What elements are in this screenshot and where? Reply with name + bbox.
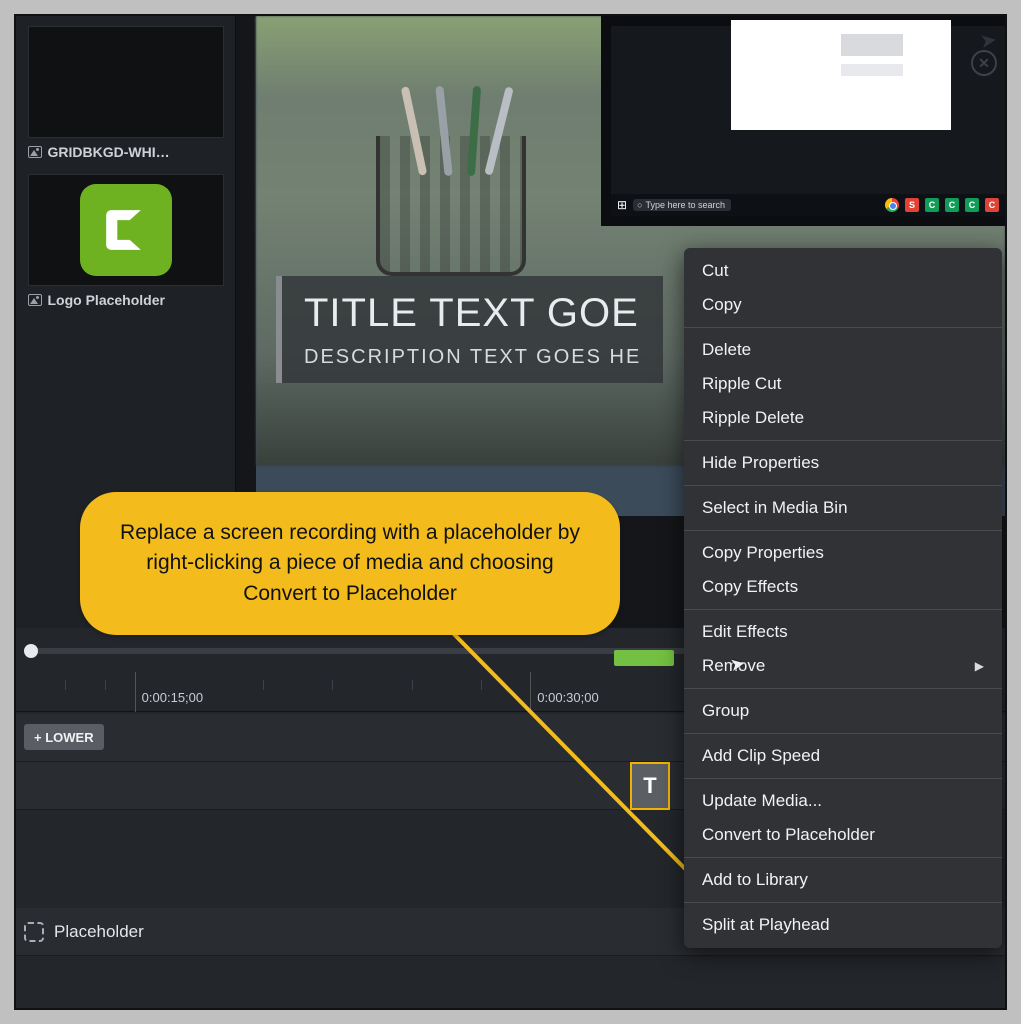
context-menu-item[interactable]: Copy Effects	[684, 570, 1002, 604]
context-menu-item[interactable]: Hide Properties	[684, 446, 1002, 480]
pen-cup-graphic	[376, 136, 526, 276]
context-menu-item[interactable]: Copy Properties	[684, 536, 1002, 570]
windows-start-icon: ⊞	[617, 198, 627, 212]
context-menu-item[interactable]: Delete	[684, 333, 1002, 367]
windows-taskbar: ⊞ ○ Type here to search S C C C C	[611, 194, 1005, 216]
taskbar-search: ○ Type here to search	[633, 199, 731, 211]
context-menu-item[interactable]: Copy	[684, 288, 1002, 322]
screen-recording-preview: ⊞ ○ Type here to search S C C C C	[601, 16, 1005, 226]
context-menu-item[interactable]: Add to Library	[684, 863, 1002, 897]
image-icon	[28, 294, 42, 306]
media-item[interactable]: GRIDBKGD-WHI…	[28, 26, 224, 160]
camtasia-logo-icon	[80, 184, 172, 276]
title-text: TITLE TEXT GOE	[304, 288, 641, 339]
chrome-icon	[885, 198, 899, 212]
instruction-callout: Replace a screen recording with a placeh…	[80, 492, 620, 635]
context-menu-item[interactable]: Split at Playhead	[684, 908, 1002, 942]
chevron-right-icon: ▶	[975, 659, 984, 673]
context-menu: CutCopy DeleteRipple CutRipple Delete Hide…	[684, 248, 1002, 948]
context-menu-item[interactable]: Group	[684, 694, 1002, 728]
subtitle-text: DESCRIPTION TEXT GOES HE	[304, 345, 641, 371]
ruler-tick: 0:00:15;00	[135, 672, 203, 712]
context-menu-item[interactable]: Select in Media Bin	[684, 491, 1002, 525]
tray-icon: S	[905, 198, 919, 212]
track-clip-label: Placeholder	[54, 922, 144, 942]
title-overlay: TITLE TEXT GOE DESCRIPTION TEXT GOES HE	[276, 276, 663, 383]
callout-text: Replace a screen recording with a placeh…	[120, 521, 580, 605]
media-item-name: GRIDBKGD-WHI…	[48, 144, 170, 160]
image-icon	[28, 146, 42, 158]
context-menu-item[interactable]: Convert to Placeholder	[684, 818, 1002, 852]
close-icon[interactable]: ✕	[971, 50, 997, 76]
context-menu-item[interactable]: Cut	[684, 254, 1002, 288]
media-item[interactable]: Logo Placeholder	[28, 174, 224, 308]
context-menu-item[interactable]: Add Clip Speed	[684, 739, 1002, 773]
media-item-name: Logo Placeholder	[48, 292, 165, 308]
taskbar-search-placeholder: Type here to search	[646, 200, 726, 210]
search-icon: ○	[637, 200, 642, 210]
tray-icon: C	[985, 198, 999, 212]
context-menu-item[interactable]: Edit Effects	[684, 615, 1002, 649]
context-menu-item[interactable]: Update Media...	[684, 784, 1002, 818]
context-menu-item[interactable]: Ripple Delete	[684, 401, 1002, 435]
placeholder-icon	[24, 922, 44, 942]
tray-icon: C	[965, 198, 979, 212]
tray-icon: C	[945, 198, 959, 212]
app-window: GRIDBKGD-WHI… Logo Placeholder TITLE TEX…	[14, 14, 1007, 1010]
track-label-chip[interactable]: + LOWER	[24, 724, 104, 750]
webpage-mock	[731, 20, 951, 130]
context-menu-item[interactable]: Ripple Cut	[684, 367, 1002, 401]
tray-icon: C	[925, 198, 939, 212]
